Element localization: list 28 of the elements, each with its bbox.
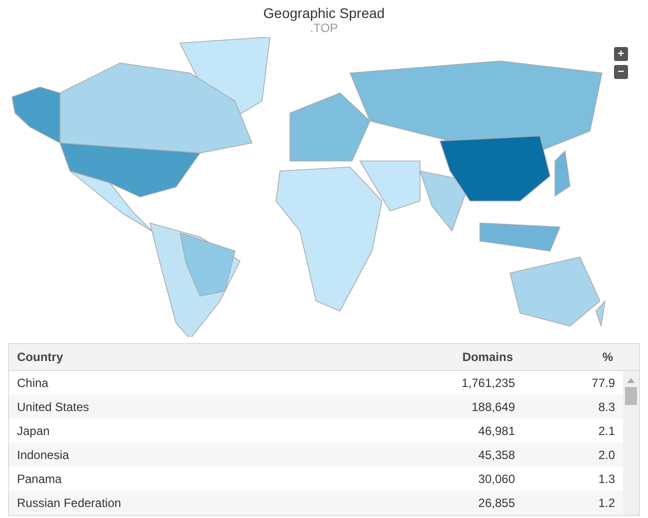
- table-cell-text: Russian Federation: [16, 496, 122, 510]
- table-cell-text: 30,060: [477, 472, 515, 486]
- table-cell-text: 46,981: [477, 424, 515, 438]
- column-header: %: [601, 350, 614, 364]
- table-cell-text: 8.3: [597, 400, 616, 414]
- table-cell-text: 77.9: [590, 376, 616, 390]
- table-cell-text: Indonesia: [16, 448, 70, 462]
- zoom-in-button[interactable]: +: [614, 47, 628, 61]
- table-cell-text: 2.1: [597, 424, 616, 438]
- map-title: Geographic Spread: [263, 5, 385, 21]
- table-cell-text: Japan: [16, 424, 51, 438]
- scroll-thumb[interactable]: [625, 387, 637, 405]
- table-cell-text: 1.2: [597, 496, 616, 510]
- table-cell-text: 2.0: [597, 448, 616, 462]
- table-cell-text: 188,649: [470, 400, 515, 414]
- zoom-out-button[interactable]: −: [614, 65, 628, 79]
- table-cell-text: China: [16, 376, 50, 390]
- scrollbar[interactable]: [623, 371, 639, 515]
- scroll-up-icon[interactable]: [626, 377, 636, 383]
- table-cell-text: Panama: [16, 472, 63, 486]
- map-subtitle: .TOP: [310, 21, 338, 35]
- table-cell-text: 26,855: [477, 496, 515, 510]
- table-cell-text: United States: [16, 400, 90, 414]
- column-header: Country: [16, 350, 64, 364]
- column-header: Domains: [461, 350, 513, 364]
- table-cell-text: 1,761,235: [460, 376, 515, 390]
- table-cell-text: 1.3: [597, 472, 616, 486]
- table-cell-text: 45,358: [477, 448, 515, 462]
